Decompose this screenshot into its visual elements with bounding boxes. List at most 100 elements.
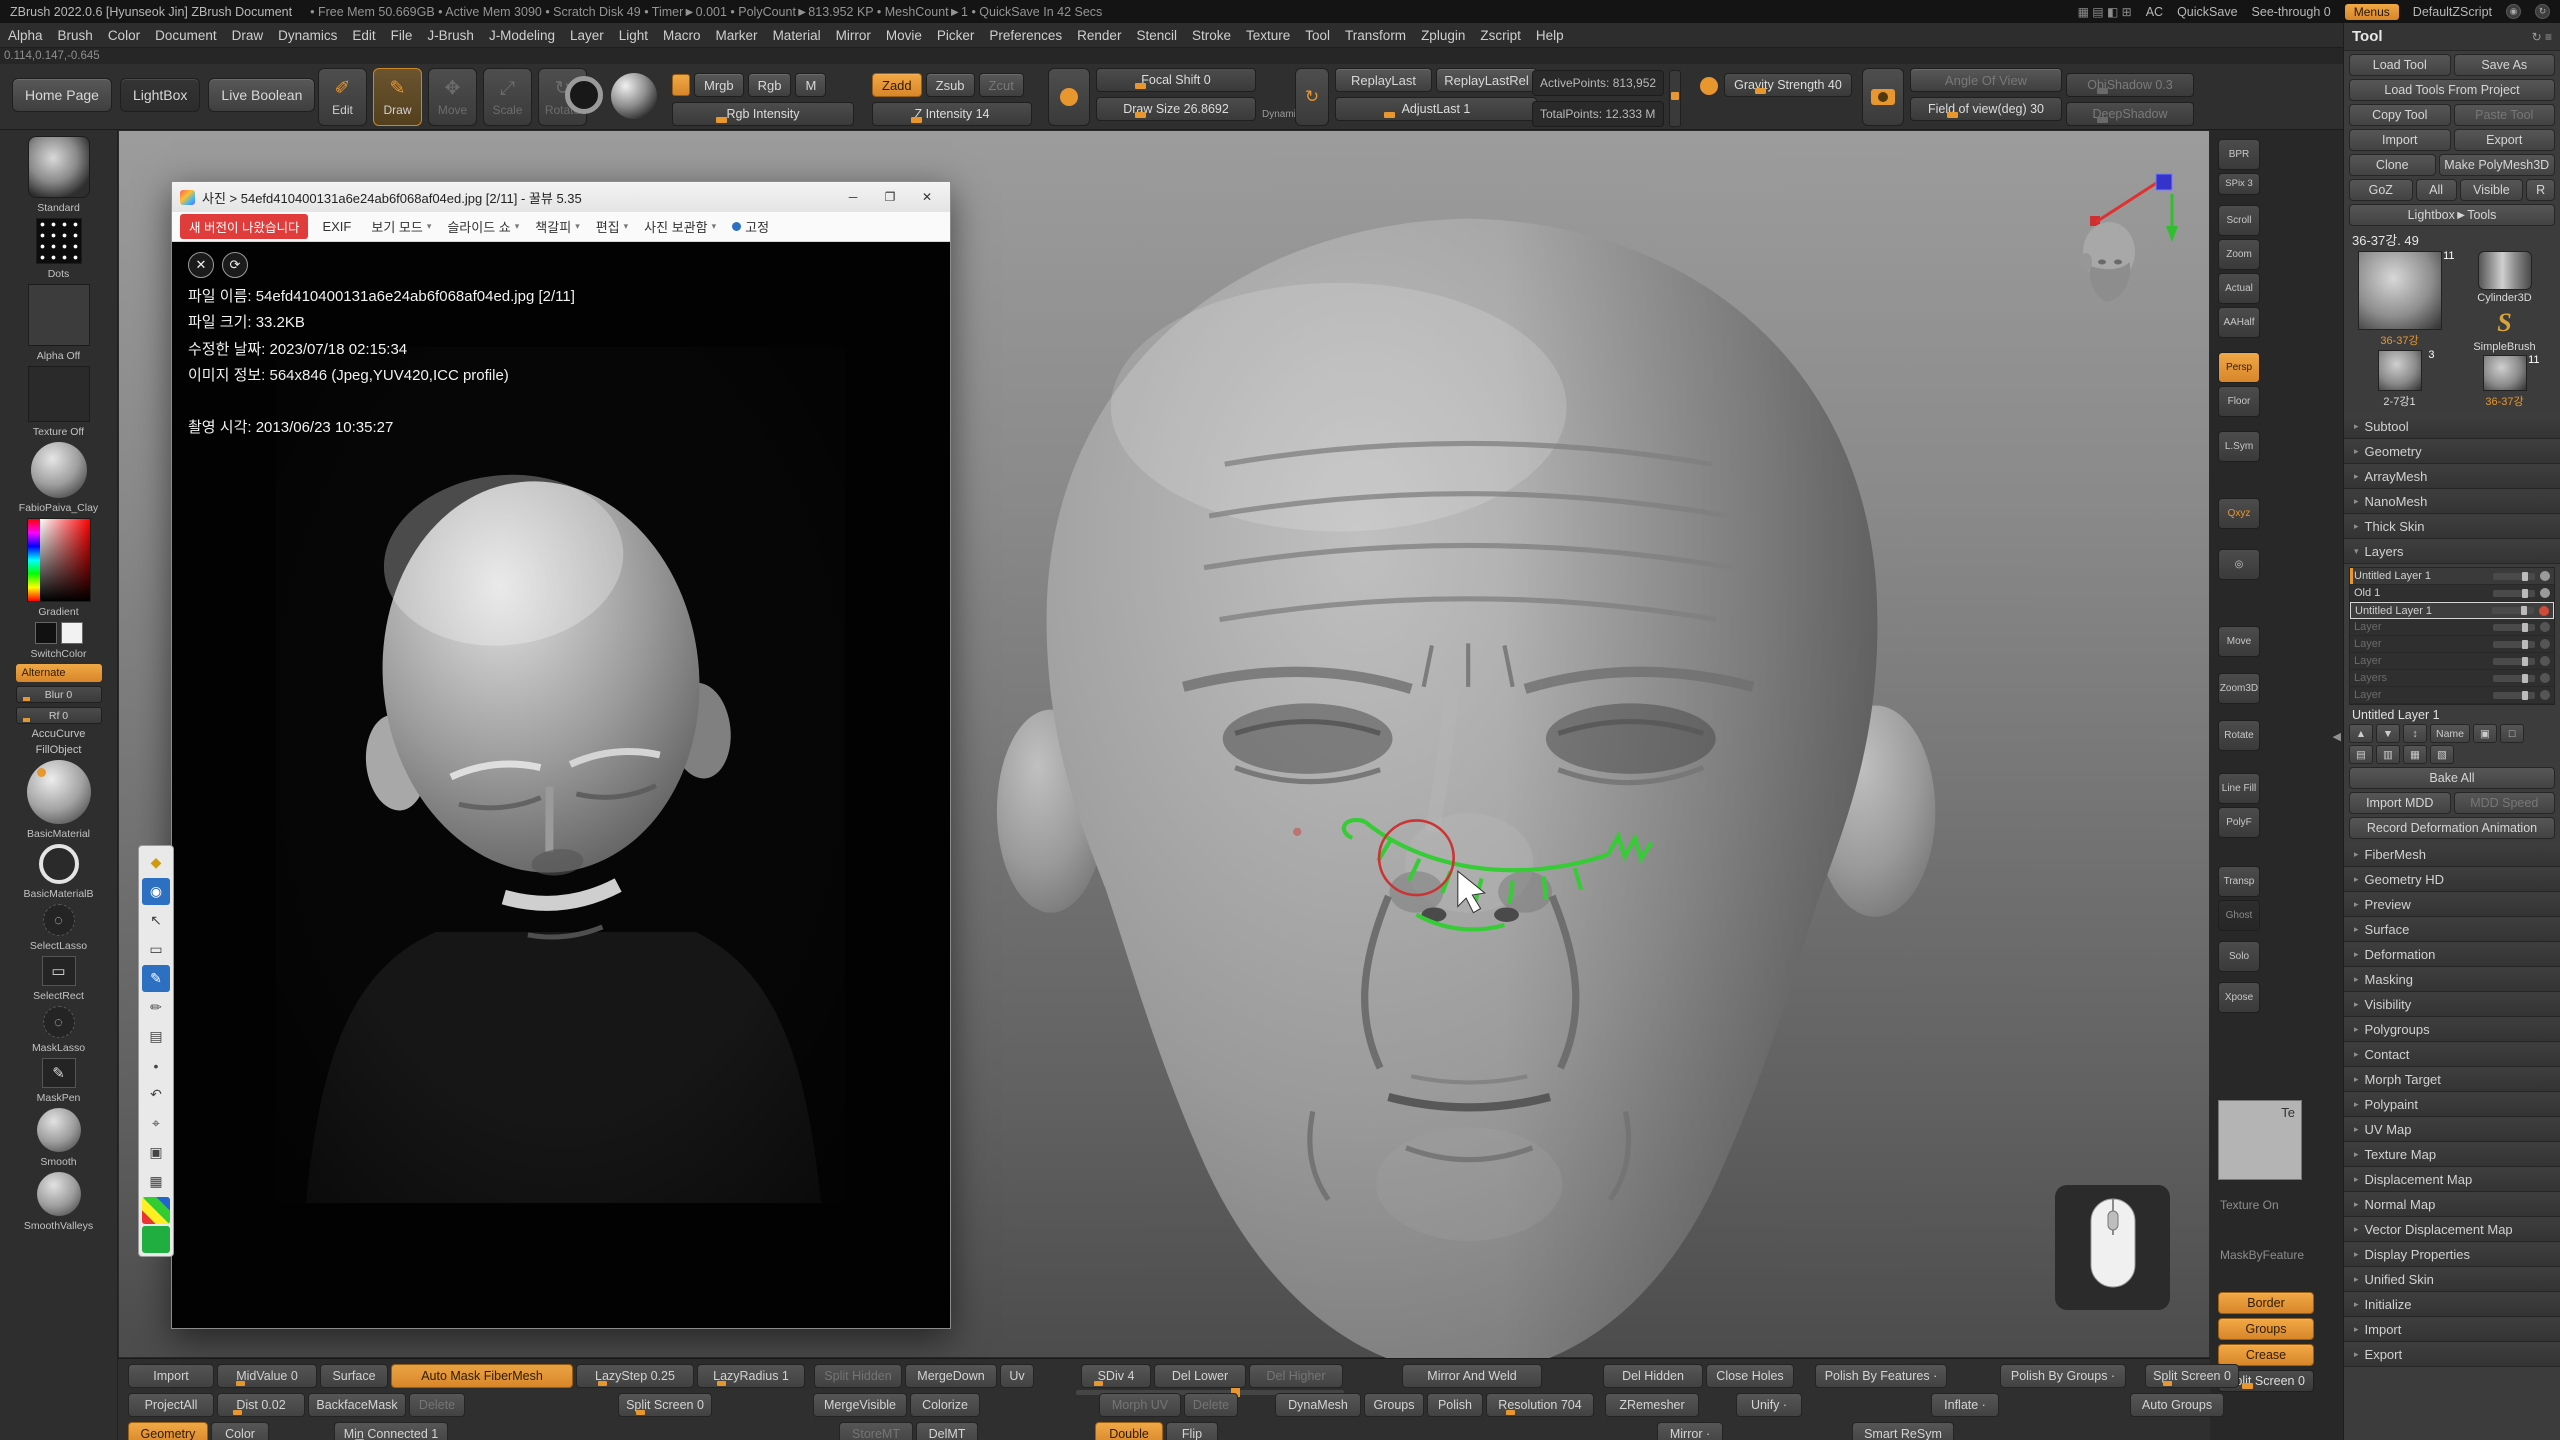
photo-menu-item[interactable]: 고정	[732, 217, 773, 236]
all-button[interactable]: All	[2416, 179, 2457, 201]
alt-color-swatch[interactable]	[61, 622, 83, 644]
menu-item[interactable]: Zscript	[1480, 28, 1521, 43]
menus-button[interactable]: Menus	[2345, 4, 2399, 20]
layer-row[interactable]: Layers	[2350, 670, 2554, 687]
dock-button[interactable]: Del Higher	[1249, 1364, 1343, 1388]
photo-window-titlebar[interactable]: 사진 > 54efd410400131a6e24ab6f068af04ed.jp…	[172, 182, 950, 212]
palette-header-icons[interactable]: ↻ ≡	[2532, 30, 2552, 44]
layer-intensity-slider[interactable]	[2493, 675, 2535, 682]
default-zscript-button[interactable]: DefaultZScript	[2413, 5, 2492, 19]
menu-item[interactable]: Stencil	[1136, 28, 1177, 43]
rf-slider[interactable]: Rf 0	[16, 707, 102, 724]
palette-section-header[interactable]: Morph Target	[2344, 1068, 2560, 1092]
main-color-swatch[interactable]	[35, 622, 57, 644]
dock-button[interactable]: Del Lower	[1154, 1364, 1246, 1388]
menu-item[interactable]: Transform	[1345, 28, 1406, 43]
layer-intensity-slider[interactable]	[2492, 607, 2534, 614]
palette-section-header[interactable]: Visibility	[2344, 993, 2560, 1017]
recent-tool-thumbnail-2[interactable]: 11	[2483, 355, 2527, 391]
menu-item[interactable]: Edit	[352, 28, 375, 43]
layer-row[interactable]: Layer	[2350, 653, 2554, 670]
menu-item[interactable]: Help	[1536, 28, 1564, 43]
dock-button[interactable]: Close Holes	[1706, 1364, 1794, 1388]
visible-button[interactable]: Visible	[2460, 179, 2524, 201]
shelf-button[interactable]: Actual	[2218, 273, 2260, 304]
palette-section-header[interactable]: Vector Displacement Map	[2344, 1218, 2560, 1242]
dock-button[interactable]: Geometry	[128, 1422, 208, 1440]
dock-button[interactable]: BackfaceMask	[308, 1393, 406, 1417]
dock-button[interactable]: Unify ·	[1736, 1393, 1802, 1417]
layer-tool-button[interactable]: ▤	[2349, 745, 2373, 764]
draw-button[interactable]: ✎Draw	[373, 68, 422, 126]
deep-shadow-slider[interactable]: DeepShadow	[2066, 102, 2194, 126]
layer-eye-icon[interactable]	[2540, 656, 2550, 666]
maximize-button[interactable]: ❐	[875, 186, 905, 208]
angle-of-view-button[interactable]: Angle Of View	[1910, 68, 2062, 92]
hv-tool-icon[interactable]: ◆	[142, 849, 170, 876]
layer-tool-button[interactable]: Name	[2430, 724, 2470, 743]
shelf-button[interactable]: SPix 3	[2218, 173, 2260, 195]
live-boolean-button[interactable]: Live Boolean	[208, 78, 315, 112]
palette-section-header[interactable]: Surface	[2344, 918, 2560, 942]
layer-intensity-slider[interactable]	[2493, 692, 2535, 699]
photo-viewer-window[interactable]: 사진 > 54efd410400131a6e24ab6f068af04ed.jp…	[171, 181, 951, 1329]
minimize-button[interactable]: ─	[838, 186, 868, 208]
dock-button[interactable]: Delete	[409, 1393, 465, 1417]
record-deformation-button[interactable]: Record Deformation Animation	[2349, 817, 2555, 839]
menu-item[interactable]: Mirror	[836, 28, 871, 43]
scale-button[interactable]: ⤢Scale	[483, 68, 532, 126]
menu-item[interactable]: Color	[108, 28, 140, 43]
layer-tool-button[interactable]: ▣	[2473, 724, 2497, 743]
shelf-button[interactable]: Xpose	[2218, 982, 2260, 1013]
dock-button[interactable]: Import	[128, 1364, 214, 1388]
shelf-button[interactable]: Scroll	[2218, 205, 2260, 236]
menu-item[interactable]: Draw	[232, 28, 264, 43]
shelf-button[interactable]: Line Fill	[2218, 773, 2260, 804]
menu-item[interactable]: J-Brush	[427, 28, 474, 43]
palette-section-header[interactable]: Normal Map	[2344, 1193, 2560, 1217]
palette-section-header[interactable]: ArrayMesh	[2344, 465, 2560, 489]
dock-button[interactable]: Polish By Groups ·	[2000, 1364, 2126, 1388]
menu-item[interactable]: Zplugin	[1421, 28, 1465, 43]
dock-button[interactable]: Polish By Features ·	[1815, 1364, 1947, 1388]
home-page-button[interactable]: Home Page	[12, 78, 112, 112]
palette-section-header[interactable]: UV Map	[2344, 1118, 2560, 1142]
m-button[interactable]: M	[795, 73, 826, 97]
menu-item[interactable]: Material	[773, 28, 821, 43]
mask-pen-icon[interactable]: ✎	[42, 1058, 76, 1088]
hv-tool-icon[interactable]	[142, 1226, 170, 1253]
select-lasso-icon[interactable]: ◌	[43, 904, 75, 936]
hv-tool-icon[interactable]: ⌖	[142, 1110, 170, 1137]
border-button[interactable]: Border	[2218, 1292, 2314, 1314]
basic-material-thumbnail[interactable]	[27, 760, 91, 824]
layer-eye-icon[interactable]	[2539, 606, 2549, 616]
menu-item[interactable]: Render	[1077, 28, 1121, 43]
rgb-intensity-slider[interactable]: Rgb Intensity	[672, 102, 854, 126]
shelf-button[interactable]: Transp	[2218, 866, 2260, 897]
photo-viewer-body[interactable]: ✕ ⟳ 파일 이름: 54efd410400131a6e24ab6f068af0…	[172, 242, 950, 1328]
export-button[interactable]: Export	[2454, 129, 2556, 151]
shelf-button[interactable]: BPR	[2218, 139, 2260, 170]
quicksave-button[interactable]: QuickSave	[2177, 5, 2237, 19]
system-tray-icons[interactable]: ▦ ▤ ◧ ⊞	[2078, 5, 2132, 19]
dock-button[interactable]: StoreMT	[839, 1422, 913, 1440]
palette-section-header[interactable]: Display Properties	[2344, 1243, 2560, 1267]
menu-item[interactable]: J-Modeling	[489, 28, 555, 43]
texture-on-label[interactable]: Texture On	[2220, 1198, 2279, 1212]
layers-section-header[interactable]: Layers	[2344, 540, 2560, 564]
groups-button[interactable]: Groups	[2218, 1318, 2314, 1340]
layer-row[interactable]: Layer	[2350, 636, 2554, 653]
shelf-button[interactable]: PolyF	[2218, 807, 2260, 838]
lightbox-tools-button[interactable]: Lightbox►Tools	[2349, 204, 2555, 226]
zadd-button[interactable]: Zadd	[872, 73, 922, 97]
dock-button[interactable]: Delete	[1184, 1393, 1238, 1417]
menu-item[interactable]: Preferences	[989, 28, 1062, 43]
photo-menu-item[interactable]: 슬라이드 쇼▾	[447, 217, 519, 236]
mrgb-button[interactable]: Mrgb	[694, 73, 744, 97]
new-version-button[interactable]: 새 버전이 나왔습니다	[180, 214, 308, 239]
stroke-picker-icon[interactable]	[565, 76, 603, 114]
layer-intensity-slider[interactable]	[2493, 590, 2535, 597]
draw-size-slider[interactable]: Draw Size 26.8692	[1096, 97, 1256, 121]
accucurve-button[interactable]: AccuCurve	[32, 728, 86, 740]
info-reload-button[interactable]: ⟳	[222, 252, 248, 278]
